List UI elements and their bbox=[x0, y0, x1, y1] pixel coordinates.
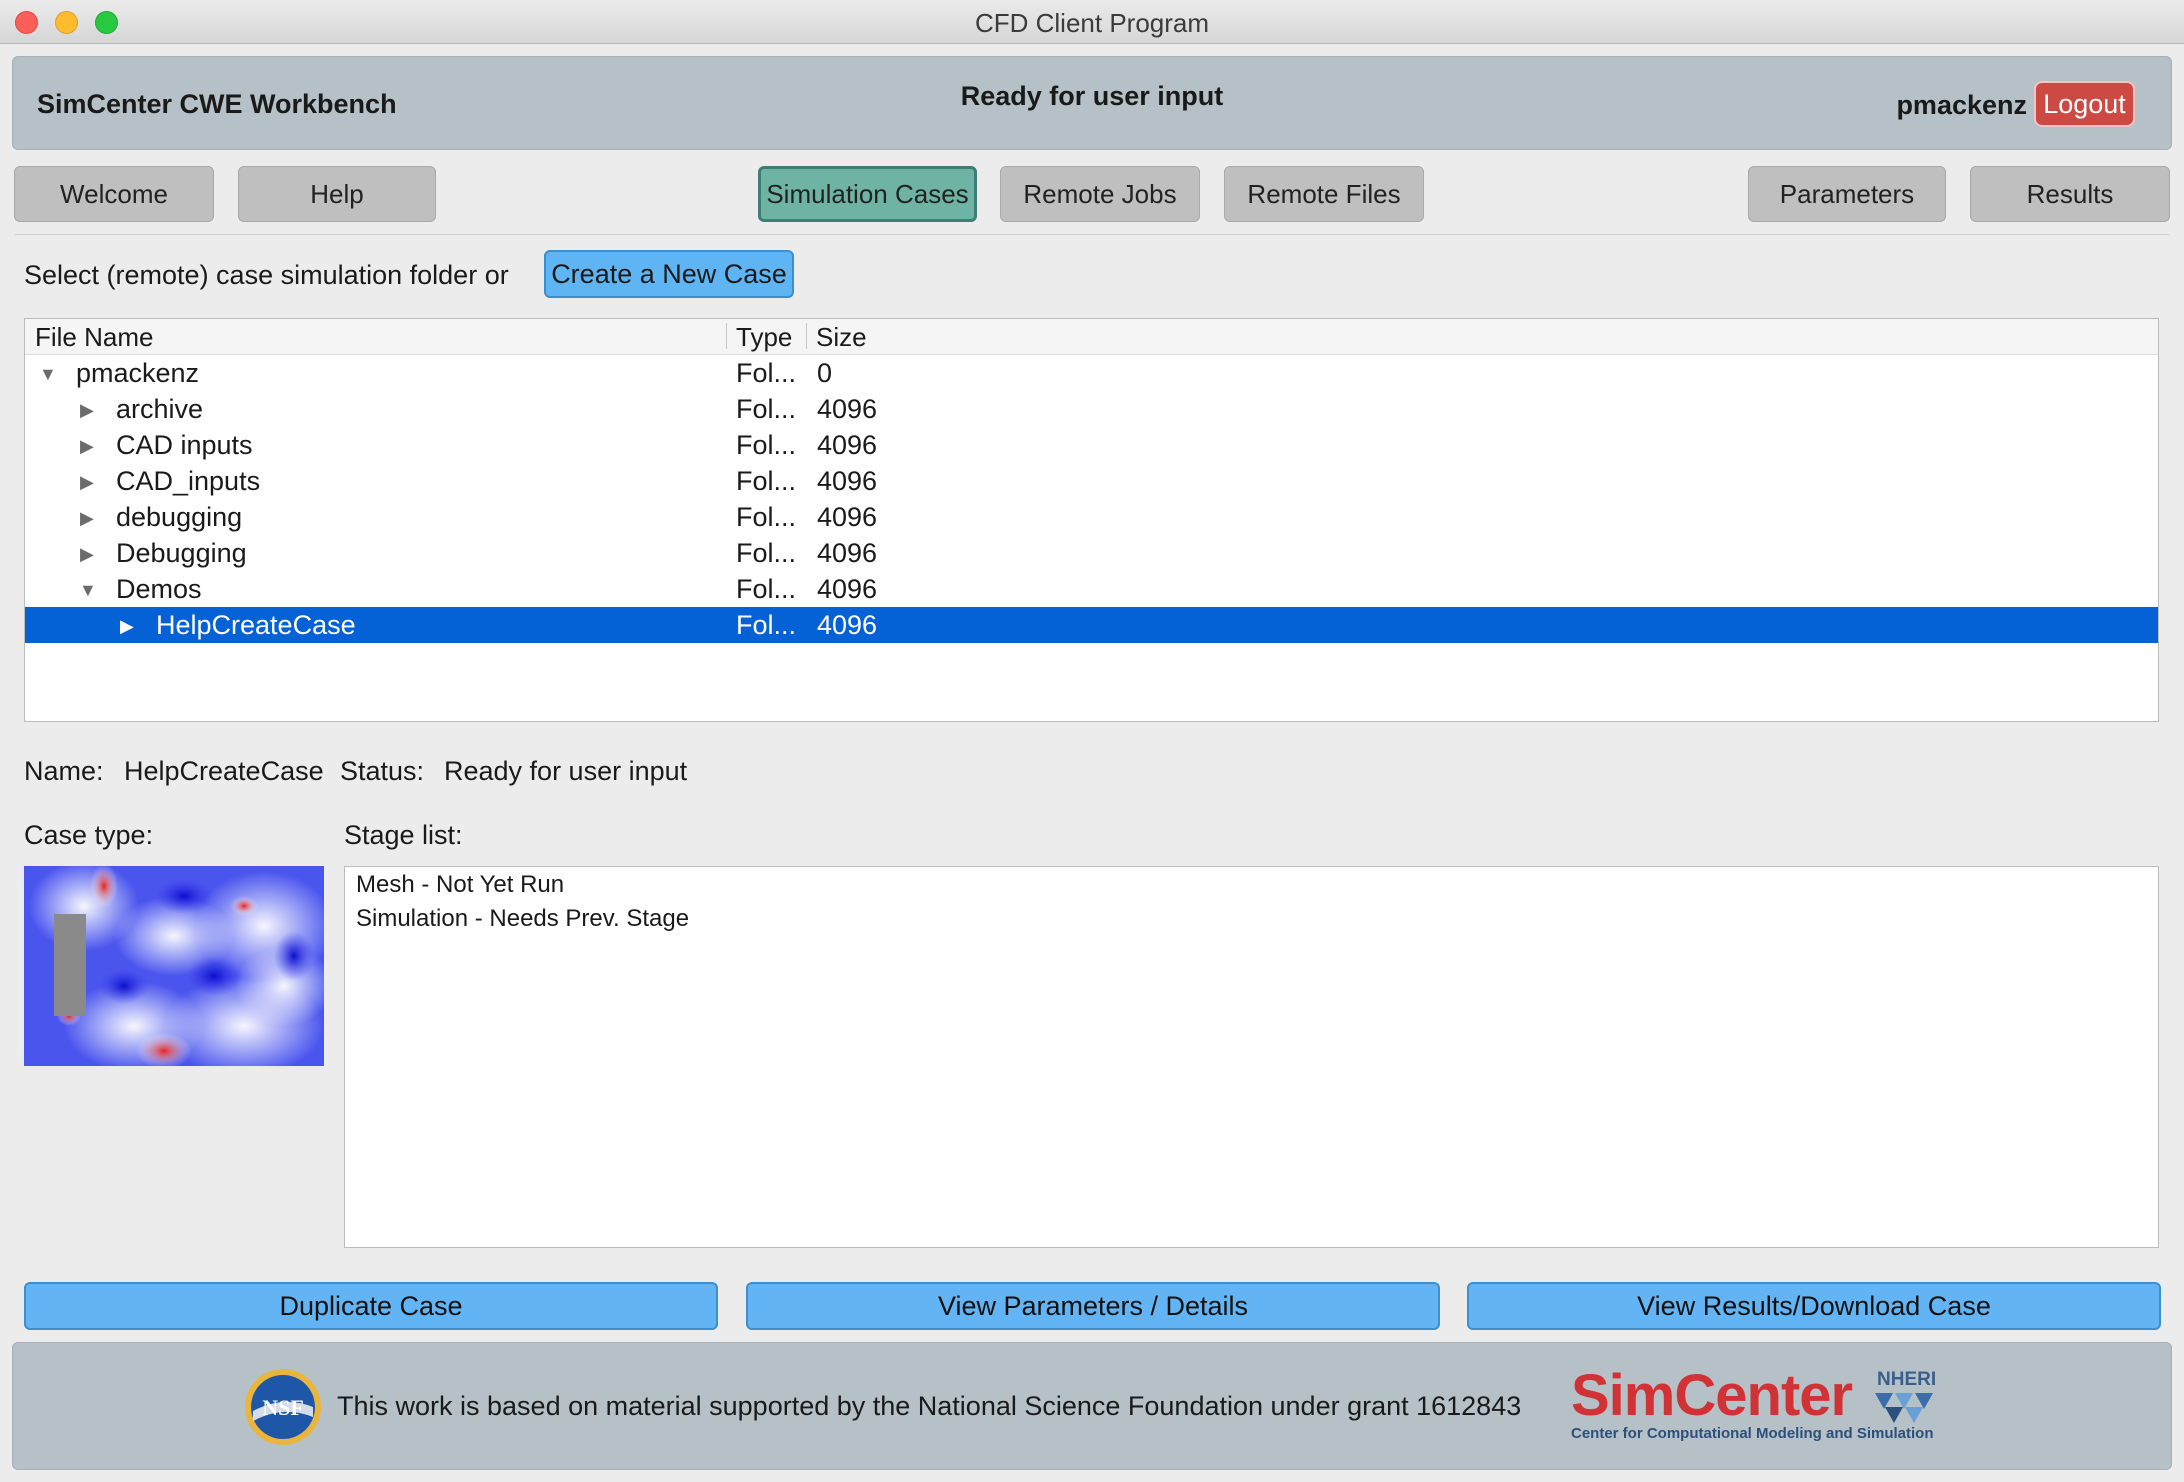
tree-row-name: CAD_inputs bbox=[116, 466, 261, 496]
status-label: Status: bbox=[340, 756, 425, 786]
title-bar: CFD Client Program bbox=[0, 0, 2184, 44]
disclosure-collapsed-icon[interactable]: ▶ bbox=[80, 400, 94, 421]
tree-row-type: Fol... bbox=[736, 610, 797, 640]
stage-list[interactable]: Mesh - Not Yet Run Simulation - Needs Pr… bbox=[344, 866, 2159, 1248]
tree-row[interactable]: ▶ CAD_inputs Fol... 4096 bbox=[25, 463, 2158, 499]
simcenter-logo: SimCenter bbox=[1571, 1363, 1853, 1428]
tab-help[interactable]: Help bbox=[238, 166, 436, 222]
tree-row[interactable]: ▶ archive Fol... 4096 bbox=[25, 391, 2158, 427]
tree-row[interactable]: ▼ pmackenz Fol... 0 bbox=[25, 355, 2158, 391]
tree-row-name: pmackenz bbox=[76, 358, 200, 388]
view-results-button[interactable]: View Results/Download Case bbox=[1467, 1282, 2161, 1330]
tree-row-size: 4096 bbox=[817, 610, 878, 640]
tree-row-size: 4096 bbox=[817, 538, 878, 568]
svg-text:NSF: NSF bbox=[262, 1395, 304, 1420]
name-label: Name: bbox=[24, 756, 104, 786]
status-message: Ready for user input bbox=[960, 81, 1224, 111]
tree-header: File Name Type Size bbox=[25, 319, 2158, 355]
column-header-size[interactable]: Size bbox=[816, 322, 867, 353]
tab-results[interactable]: Results bbox=[1970, 166, 2170, 222]
tree-row-type: Fol... bbox=[736, 538, 797, 568]
disclosure-collapsed-icon[interactable]: ▶ bbox=[120, 616, 134, 637]
disclosure-collapsed-icon[interactable]: ▶ bbox=[80, 508, 94, 529]
tree-row[interactable]: ▶ CAD inputs Fol... 4096 bbox=[25, 427, 2158, 463]
tree-row-size: 4096 bbox=[817, 502, 878, 532]
tab-parameters[interactable]: Parameters bbox=[1748, 166, 1946, 222]
disclosure-collapsed-icon[interactable]: ▶ bbox=[80, 436, 94, 457]
tree-row-name: Demos bbox=[116, 574, 202, 604]
tab-welcome[interactable]: Welcome bbox=[14, 166, 214, 222]
tree-row-type: Fol... bbox=[736, 430, 797, 460]
file-tree[interactable]: File Name Type Size ▼ pmackenz Fol... 0 … bbox=[24, 318, 2159, 722]
window-title: CFD Client Program bbox=[974, 8, 1210, 38]
header-panel: SimCenter CWE Workbench Ready for user i… bbox=[12, 56, 2172, 150]
stage-list-item[interactable]: Simulation - Needs Prev. Stage bbox=[356, 905, 689, 933]
tree-row-name: archive bbox=[116, 394, 204, 424]
case-type-image bbox=[24, 866, 324, 1066]
tree-row-size: 4096 bbox=[817, 430, 878, 460]
tree-row-type: Fol... bbox=[736, 574, 797, 604]
create-new-case-button[interactable]: Create a New Case bbox=[544, 250, 794, 298]
view-parameters-button[interactable]: View Parameters / Details bbox=[746, 1282, 1440, 1330]
tree-row[interactable]: ▼ Demos Fol... 4096 bbox=[25, 571, 2158, 607]
tree-row-size: 4096 bbox=[817, 394, 878, 424]
tree-row-name: HelpCreateCase bbox=[156, 610, 356, 640]
tab-simulation-cases[interactable]: Simulation Cases bbox=[758, 166, 977, 222]
case-name-value: HelpCreateCase bbox=[124, 756, 324, 786]
footer-grant-text: This work is based on material supported… bbox=[337, 1391, 1522, 1421]
case-status-value: Ready for user input bbox=[444, 756, 688, 786]
column-header-file-name[interactable]: File Name bbox=[35, 322, 153, 353]
nsf-logo: NSF bbox=[243, 1367, 323, 1447]
tree-row[interactable]: ▶ Debugging Fol... 4096 bbox=[25, 535, 2158, 571]
column-separator[interactable] bbox=[806, 323, 807, 349]
tree-row-size: 4096 bbox=[817, 574, 878, 604]
simcenter-subtitle: Center for Computational Modeling and Si… bbox=[1571, 1425, 1934, 1442]
column-separator[interactable] bbox=[726, 323, 727, 349]
tree-row-size: 0 bbox=[817, 358, 833, 388]
tree-row-name: CAD inputs bbox=[116, 430, 253, 460]
tree-row[interactable]: ▶ debugging Fol... 4096 bbox=[25, 499, 2158, 535]
divider bbox=[14, 234, 2170, 235]
tab-remote-files[interactable]: Remote Files bbox=[1224, 166, 1424, 222]
tree-row-type: Fol... bbox=[736, 502, 797, 532]
disclosure-collapsed-icon[interactable]: ▶ bbox=[80, 472, 94, 493]
tree-row-selected[interactable]: ▶ HelpCreateCase Fol... 4096 bbox=[25, 607, 2158, 643]
disclosure-expanded-icon[interactable]: ▼ bbox=[79, 580, 97, 601]
username-label: pmackenz bbox=[1896, 90, 2027, 120]
tree-row-type: Fol... bbox=[736, 394, 797, 424]
stage-list-item[interactable]: Mesh - Not Yet Run bbox=[356, 871, 564, 899]
nheri-tag: NHERI bbox=[1877, 1369, 1937, 1390]
tree-row-name: Debugging bbox=[116, 538, 247, 568]
column-header-type[interactable]: Type bbox=[736, 322, 792, 353]
case-type-label: Case type: bbox=[24, 820, 154, 850]
duplicate-case-button[interactable]: Duplicate Case bbox=[24, 1282, 718, 1330]
tree-row-type: Fol... bbox=[736, 358, 797, 388]
stage-list-label: Stage list: bbox=[344, 820, 463, 850]
disclosure-collapsed-icon[interactable]: ▶ bbox=[80, 544, 94, 565]
logout-button[interactable]: Logout bbox=[2034, 81, 2135, 127]
disclosure-expanded-icon[interactable]: ▼ bbox=[39, 364, 57, 385]
select-folder-prompt: Select (remote) case simulation folder o… bbox=[24, 260, 509, 290]
tab-remote-jobs[interactable]: Remote Jobs bbox=[1000, 166, 1200, 222]
nheri-triangles-icon bbox=[1875, 1393, 1933, 1423]
tree-row-size: 4096 bbox=[817, 466, 878, 496]
tree-row-name: debugging bbox=[116, 502, 243, 532]
footer-panel: NSF This work is based on material suppo… bbox=[12, 1342, 2172, 1470]
tree-row-type: Fol... bbox=[736, 466, 797, 496]
